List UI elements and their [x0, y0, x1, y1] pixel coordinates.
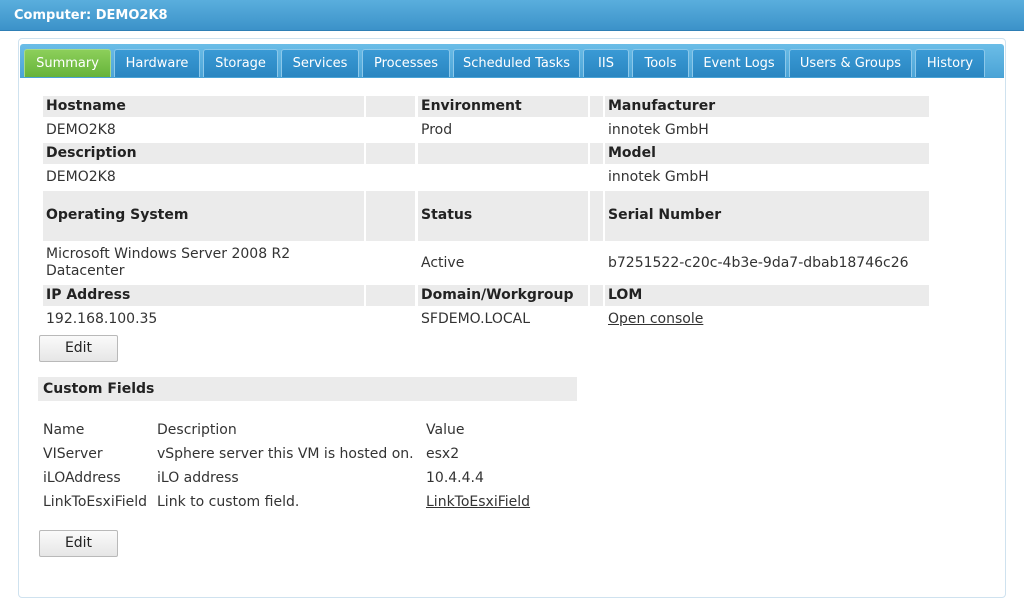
- tab-summary[interactable]: Summary: [24, 49, 111, 77]
- summary-edit-button[interactable]: Edit: [39, 335, 118, 362]
- tab-tools[interactable]: Tools: [632, 49, 689, 77]
- tab-users-groups[interactable]: Users & Groups: [789, 49, 912, 77]
- custom-field-value: 10.4.4.4: [426, 470, 484, 486]
- custom-fields-edit-button[interactable]: Edit: [39, 530, 118, 557]
- custom-field-description: iLO address: [157, 470, 239, 486]
- environment-header: Environment: [418, 96, 588, 117]
- ip-header: IP Address: [43, 285, 364, 306]
- spacer-cell: [366, 143, 415, 164]
- tab-services[interactable]: Services: [281, 49, 359, 77]
- spacer-cell: [366, 191, 415, 241]
- open-console-link[interactable]: Open console: [608, 311, 703, 327]
- tab-processes[interactable]: Processes: [362, 49, 450, 77]
- description-header: Description: [43, 143, 364, 164]
- status-header: Status: [418, 191, 588, 241]
- col-value-header: Value: [426, 422, 465, 438]
- col-name-header: Name: [43, 422, 85, 438]
- tab-event-logs[interactable]: Event Logs: [692, 49, 786, 77]
- custom-field-name: iLOAddress: [43, 470, 121, 486]
- spacer-cell: [366, 96, 415, 117]
- os-header: Operating System: [43, 191, 364, 241]
- custom-field-description: vSphere server this VM is hosted on.: [157, 446, 414, 462]
- ip-value: 192.168.100.35: [46, 311, 158, 327]
- serial-value: b7251522-c20c-4b3e-9da7-dbab18746c26: [608, 255, 909, 271]
- manufacturer-value: innotek GmbH: [608, 122, 709, 138]
- tab-iis[interactable]: IIS: [583, 49, 629, 77]
- custom-field-link[interactable]: LinkToEsxiField: [426, 494, 530, 510]
- tab-hardware[interactable]: Hardware: [114, 49, 200, 77]
- custom-field-value: esx2: [426, 446, 460, 462]
- spacer-cell: [590, 143, 603, 164]
- custom-field-description: Link to custom field.: [157, 494, 300, 510]
- description-value: DEMO2K8: [46, 169, 116, 185]
- custom-fields-title: Custom Fields: [43, 381, 155, 397]
- environment-value: Prod: [421, 122, 453, 138]
- status-value: Active: [421, 255, 465, 271]
- os-value: Microsoft Windows Server 2008 R2 Datacen…: [46, 246, 291, 279]
- custom-field-name: VIServer: [43, 446, 103, 462]
- tab-history[interactable]: History: [915, 49, 985, 77]
- custom-field-name: LinkToEsxiField: [43, 494, 148, 510]
- tab-scheduled-tasks[interactable]: Scheduled Tasks: [453, 49, 580, 77]
- domain-header: Domain/Workgroup: [418, 285, 588, 306]
- model-value: innotek GmbH: [608, 169, 709, 185]
- model-header: Model: [605, 143, 929, 164]
- spacer-cell: [590, 191, 603, 241]
- spacer-cell: [590, 96, 603, 117]
- lom-value: Open console: [605, 310, 929, 330]
- empty-header: [418, 143, 588, 164]
- hostname-value: DEMO2K8: [46, 122, 116, 138]
- window-title-bar: Computer: DEMO2K8: [0, 0, 1024, 31]
- lom-header: LOM: [605, 285, 929, 306]
- spacer-cell: [366, 285, 415, 306]
- domain-value: SFDEMO.LOCAL: [421, 311, 531, 327]
- col-description-header: Description: [157, 422, 237, 438]
- window-title: Computer: DEMO2K8: [14, 8, 168, 23]
- hostname-header: Hostname: [43, 96, 364, 117]
- serial-header: Serial Number: [605, 191, 929, 241]
- spacer-cell: [590, 285, 603, 306]
- tab-storage[interactable]: Storage: [203, 49, 278, 77]
- custom-fields-header: Custom Fields: [38, 377, 577, 401]
- manufacturer-header: Manufacturer: [605, 96, 929, 117]
